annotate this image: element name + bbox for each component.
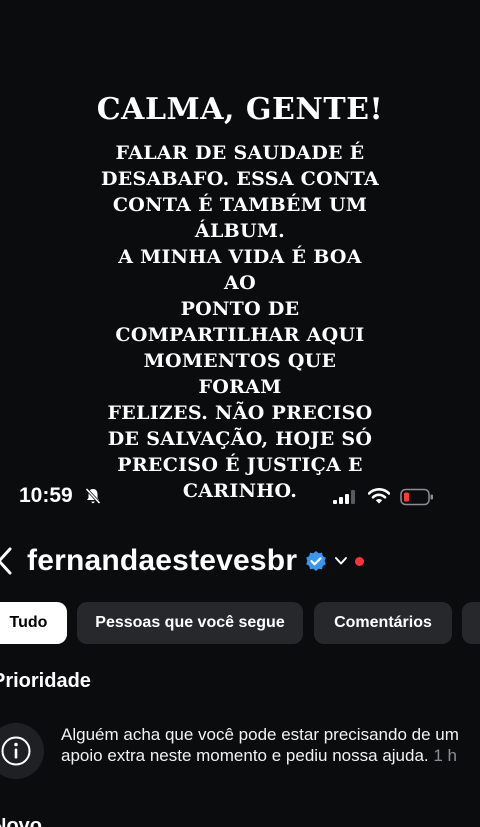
filter-chips: Tudo Pessoas que você segue Comentários bbox=[0, 602, 480, 644]
overlay-line: MOMENTOS QUE FORAM bbox=[143, 350, 337, 398]
filter-chip-all[interactable]: Tudo bbox=[0, 602, 67, 644]
notifications-header: fernandaestevesbr bbox=[0, 540, 480, 584]
account-username[interactable]: fernandaestevesbr bbox=[27, 544, 297, 578]
overlay-title: CALMA, GENTE! bbox=[96, 92, 384, 127]
notification-time: 1 h bbox=[433, 746, 457, 765]
overlay-line: PRECISO É JUSTIÇA E bbox=[117, 454, 363, 476]
overlay-line: FALAR DE SAUDADE É bbox=[115, 142, 365, 164]
notification-dot bbox=[355, 557, 364, 566]
notification-avatar bbox=[0, 723, 44, 779]
cellular-signal-icon bbox=[333, 490, 355, 504]
status-bar: 10:59 bbox=[0, 480, 480, 514]
chevron-down-icon[interactable] bbox=[334, 556, 348, 566]
overlay-line: A MINHA VIDA É BOA AO bbox=[118, 246, 362, 294]
overlay-line: DE SALVAÇÃO, HOJE SÓ bbox=[107, 428, 373, 450]
overlay-line: FELIZES. NÃO PRECISO bbox=[107, 402, 373, 424]
overlay-line: COMPARTILHAR AQUI bbox=[115, 324, 365, 346]
verified-badge-icon bbox=[306, 551, 326, 571]
section-heading-new: Novo bbox=[0, 815, 42, 827]
filter-chip-comments[interactable]: Comentários bbox=[314, 602, 452, 644]
status-time: 10:59 bbox=[19, 484, 73, 507]
filter-chip-following[interactable]: Pessoas que você segue bbox=[77, 602, 303, 644]
notification-text: Alguém acha que você pode estar precisan… bbox=[61, 724, 461, 766]
section-heading-priority: Prioridade bbox=[0, 670, 91, 692]
overlay-line: ÁLBUM. bbox=[194, 220, 286, 242]
overlay-line: CONTA É TAMBÉM UM bbox=[112, 194, 368, 216]
wifi-icon bbox=[368, 488, 390, 504]
notification-message: Alguém acha que você pode estar precisan… bbox=[61, 725, 459, 765]
info-icon bbox=[1, 736, 31, 766]
battery-low-icon bbox=[400, 488, 433, 506]
overlay-message: FALAR DE SAUDADE É DESABAFO. ESSA CONTA … bbox=[100, 140, 380, 504]
overlay-line: PONTO DE bbox=[180, 298, 300, 320]
screen: CALMA, GENTE! FALAR DE SAUDADE É DESABAF… bbox=[0, 0, 480, 827]
chevron-left-icon[interactable] bbox=[0, 546, 14, 576]
overlay-line: DESABAFO. ESSA CONTA bbox=[100, 168, 380, 190]
filter-chip-more[interactable] bbox=[462, 602, 480, 644]
bell-muted-icon bbox=[85, 487, 101, 505]
